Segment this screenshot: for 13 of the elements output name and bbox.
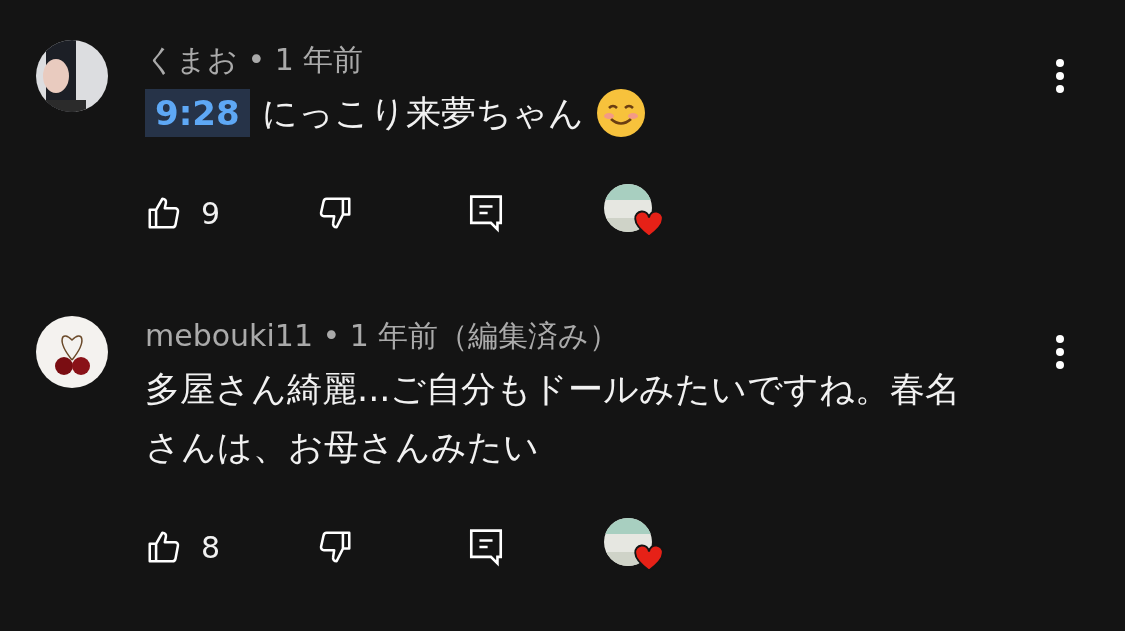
more-options-button[interactable]	[1055, 334, 1065, 370]
reply-button[interactable]	[468, 527, 505, 567]
timestamp-link[interactable]: 9:28	[145, 89, 250, 137]
comment-text: 多屋さん綺麗...ご自分もドールみたいですね。春名さんは、お母さんみたい	[145, 368, 962, 469]
comment-header: くまお • 1 年前	[145, 41, 365, 79]
comment-header: mebouki11 • 1 年前（編集済み）	[145, 317, 621, 355]
more-options-button[interactable]	[1055, 58, 1065, 94]
like-button[interactable]: 8	[145, 528, 221, 566]
reply-icon	[468, 193, 505, 233]
reply-button[interactable]	[468, 193, 505, 233]
like-button[interactable]: 9	[145, 194, 221, 232]
comment-text: にっこり来夢ちゃん	[261, 92, 584, 135]
reply-icon	[468, 527, 505, 567]
